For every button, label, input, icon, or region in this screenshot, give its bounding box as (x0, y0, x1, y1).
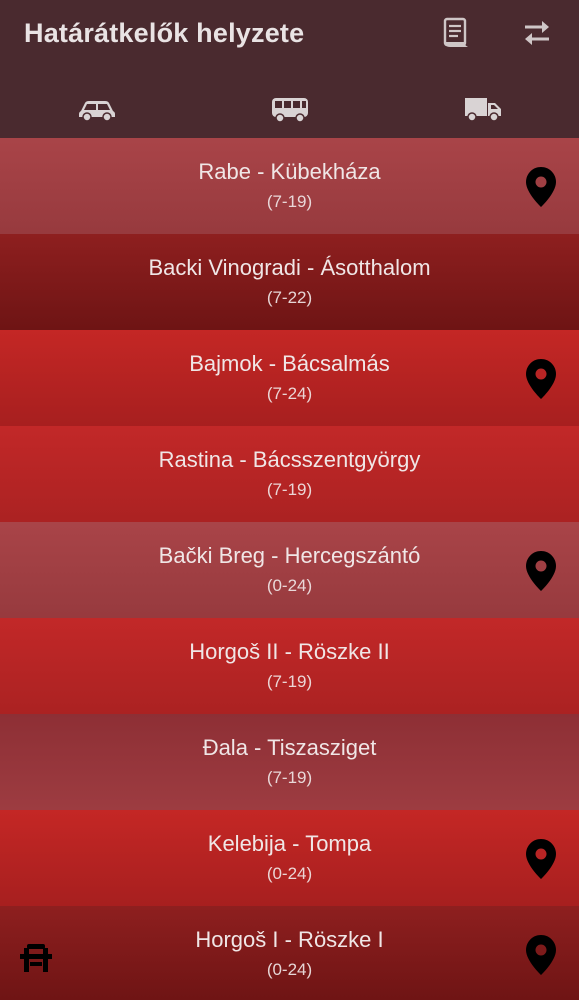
crossing-name: Bački Breg - Hercegszántó (158, 543, 421, 568)
crossing-name: Horgoš II - Röszke II (189, 639, 390, 664)
crossing-hours: (0-24) (266, 864, 313, 883)
app-bar: Határátkelők helyzete (0, 0, 579, 138)
car-icon (78, 101, 115, 122)
crossing-row[interactable]: Bajmok - Bácsalmás (7-24) (0, 330, 579, 426)
document-icon[interactable] (440, 16, 474, 50)
crossing-name: Horgoš I - Röszke I (195, 927, 384, 952)
road-icon[interactable] (18, 940, 54, 976)
vehicle-tabs (0, 84, 579, 134)
truck-icon (464, 98, 501, 122)
crossing-hours: (7-19) (266, 672, 313, 691)
crossing-row[interactable]: Bački Breg - Hercegszántó (0-24) (0, 522, 579, 618)
map-pin-icon[interactable] (525, 166, 557, 208)
crossing-row[interactable]: Rabe - Kübekháza (7-19) (0, 138, 579, 234)
tab-car[interactable] (0, 84, 193, 134)
crossing-name: Rastina - Bácsszentgyörgy (158, 447, 421, 472)
crossing-hours: (0-24) (266, 576, 313, 595)
crossing-hours: (7-22) (266, 288, 313, 307)
crossing-name: Kelebija - Tompa (207, 831, 372, 856)
crossing-hours: (0-24) (266, 960, 313, 979)
map-pin-icon[interactable] (525, 838, 557, 880)
crossing-hours: (7-19) (266, 480, 313, 499)
crossing-row[interactable]: Rastina - Bácsszentgyörgy (7-19) (0, 426, 579, 522)
crossing-name: Bajmok - Bácsalmás (189, 351, 390, 376)
crossing-name: Rabe - Kübekháza (198, 159, 381, 184)
bus-icon (271, 98, 308, 123)
crossing-name: Backi Vinogradi - Ásotthalom (148, 255, 431, 280)
swap-icon[interactable] (520, 16, 554, 50)
crossing-row[interactable]: Horgoš II - Röszke II (7-19) (0, 618, 579, 714)
crossing-row[interactable]: Đala - Tiszasziget (7-19) (0, 714, 579, 810)
crossing-name: Đala - Tiszasziget (202, 735, 377, 760)
map-pin-icon[interactable] (525, 358, 557, 400)
tab-truck[interactable] (386, 84, 579, 134)
crossing-row[interactable]: Backi Vinogradi - Ásotthalom (7-22) (0, 234, 579, 330)
crossing-hours: (7-19) (266, 192, 313, 211)
map-pin-icon[interactable] (525, 934, 557, 976)
tab-bus[interactable] (193, 84, 386, 134)
crossings-list: Rabe - Kübekháza (7-19) Backi Vinogradi - … (0, 138, 579, 1000)
crossing-row[interactable]: Kelebija - Tompa (0-24) (0, 810, 579, 906)
page-title: Határátkelők helyzete (24, 18, 305, 48)
crossing-hours: (7-19) (266, 768, 313, 787)
crossing-row[interactable]: Horgoš I - Röszke I (0-24) (0, 906, 579, 1000)
crossing-hours: (7-24) (266, 384, 313, 403)
map-pin-icon[interactable] (525, 550, 557, 592)
